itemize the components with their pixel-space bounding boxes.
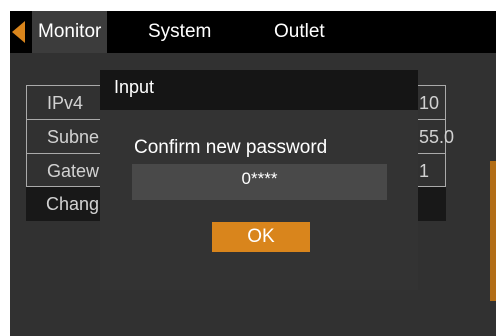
dialog-title: Input (114, 77, 155, 97)
top-nav-bar: Monitor System Outlet (10, 11, 496, 53)
tab-outlet[interactable]: Outlet (274, 11, 325, 53)
password-field[interactable]: 0**** (132, 164, 387, 200)
back-arrow-icon[interactable] (12, 21, 25, 43)
device-screen: Monitor System Outlet IPv4 10 Subne 55.0… (10, 11, 496, 336)
confirm-password-label: Confirm new password (134, 137, 328, 158)
ok-button[interactable]: OK (212, 222, 310, 252)
tab-monitor[interactable]: Monitor (32, 11, 108, 53)
input-dialog: Input Confirm new password 0**** OK (100, 70, 418, 290)
dialog-header: Input (100, 70, 418, 110)
tab-system[interactable]: System (148, 11, 211, 53)
